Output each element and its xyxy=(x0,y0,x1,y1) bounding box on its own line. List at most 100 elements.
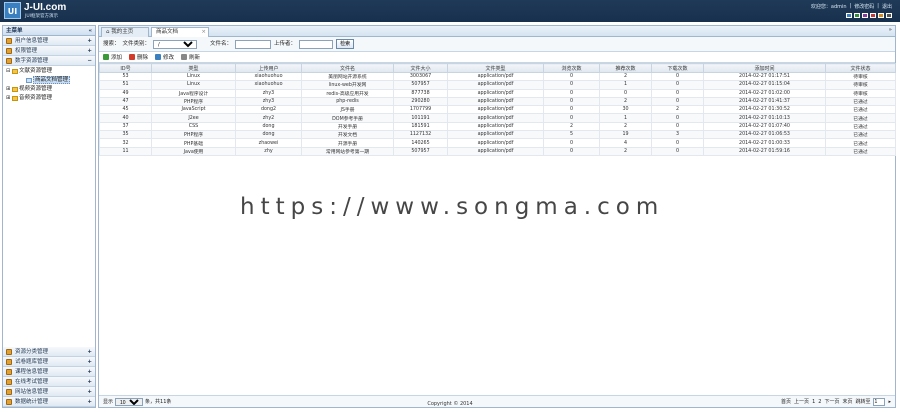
sidebar-group[interactable]: 资源分类管理 + xyxy=(3,347,95,357)
tree-item-label: 视频资源管理 xyxy=(19,86,53,92)
sidebar-group[interactable]: 权限管理 + xyxy=(3,46,95,56)
table-cell: 待审核 xyxy=(825,80,896,90)
sidebar-group[interactable]: 数字资源管理 − xyxy=(3,56,95,66)
tree-item[interactable]: 商品文档管理 xyxy=(3,76,95,85)
expand-icon[interactable]: + xyxy=(87,387,92,397)
tree-toggle-icon[interactable]: ⊞ xyxy=(6,94,10,103)
column-header[interactable]: 文件类型 xyxy=(447,63,544,73)
table-cell: 11 xyxy=(99,146,152,156)
column-header[interactable]: 添加时间 xyxy=(703,63,826,73)
sidebar-group[interactable]: 用户信息管理 + xyxy=(3,36,95,46)
tree-toggle-icon[interactable]: ⊞ xyxy=(6,85,10,94)
table-cell: Java程序设计 xyxy=(151,88,236,98)
table-cell: zhy xyxy=(235,146,302,156)
sidebar-group[interactable]: 试卷题库管理 + xyxy=(3,357,95,367)
logout-link[interactable]: 退出 xyxy=(882,3,892,10)
tree-toggle-icon[interactable]: ⊟ xyxy=(6,67,10,76)
logo-icon: UI xyxy=(4,2,21,19)
table-row[interactable]: 40 J2ee zhy2 DOM参考手册 101191 application/pdf 0 1… xyxy=(99,113,896,123)
column-header[interactable]: 文件状态 xyxy=(825,63,896,73)
collapse-icon[interactable]: « xyxy=(88,26,92,36)
theme-swatch[interactable] xyxy=(862,13,868,18)
column-header[interactable]: 推荐次数 xyxy=(599,63,652,73)
folder-icon xyxy=(6,58,12,64)
uploader-input[interactable] xyxy=(299,39,334,49)
folder-icon xyxy=(6,359,12,365)
folder-icon xyxy=(6,349,12,355)
table-cell: 2014-02-27 01:07:40 xyxy=(703,121,826,132)
tree-item[interactable]: ⊟ 文献资源管理 xyxy=(3,67,95,76)
documents-table: ID号 类型 上传用户 文件名 文件大小 文件类型 浏览次数 推荐次数 下载次数 添加时间 文件状态… xyxy=(99,63,896,156)
table-row[interactable]: 45 JavaScript dong2 JS手册 1707799 application/… xyxy=(99,105,896,115)
table-cell: application/pdf xyxy=(447,121,544,132)
refresh-button[interactable]: 刷新 xyxy=(181,53,200,61)
table-cell: application/pdf xyxy=(447,138,544,148)
column-header[interactable]: 类型 xyxy=(151,63,236,73)
filename-input[interactable] xyxy=(235,39,272,49)
expand-icon[interactable]: + xyxy=(87,357,92,367)
column-header[interactable]: 文件大小 xyxy=(393,63,448,73)
table-cell: 0 xyxy=(543,96,600,107)
table-cell: linux-web开发网 xyxy=(301,80,394,90)
theme-swatch[interactable] xyxy=(854,13,860,18)
column-header[interactable]: 下载次数 xyxy=(651,63,704,73)
sidebar-group-label: 课程信息管理 xyxy=(15,369,49,375)
table-cell: 2014-02-27 01:41:37 xyxy=(703,96,826,107)
table-row[interactable]: 11 Java使用 zhy 常用网站参考第一期 507957 application/pd… xyxy=(99,146,896,156)
tab-home[interactable]: ⌂ 我的主页 xyxy=(101,27,149,37)
column-header[interactable]: ID号 xyxy=(99,63,152,73)
tree-menu: ⊟ 文献资源管理 商品文档管理 ⊞ 视频资源管理 ⊞ 音频资源管理 xyxy=(3,66,95,104)
expand-icon[interactable]: + xyxy=(87,46,92,56)
delete-icon xyxy=(129,54,136,60)
table-cell: 已通过 xyxy=(825,113,896,123)
sidebar-group[interactable]: 课程信息管理 + xyxy=(3,367,95,377)
folder-icon xyxy=(26,78,32,83)
search-button[interactable]: 检索 xyxy=(336,39,355,49)
table-row[interactable]: 51 Linux xiaohuohuo linux-web开发网 507957 appli… xyxy=(99,80,896,90)
theme-swatch[interactable] xyxy=(870,13,876,18)
table-row[interactable]: 37 CSS dong 开发手册 181591 application/pdf 2 2 0 201… xyxy=(99,121,896,132)
tab-scroll-icon[interactable]: » xyxy=(889,27,892,33)
welcome-user-link[interactable]: 欢迎您：admin xyxy=(811,3,847,10)
expand-icon[interactable]: + xyxy=(87,347,92,357)
close-icon[interactable]: × xyxy=(201,28,206,37)
tree-item[interactable]: ⊞ 音频资源管理 xyxy=(3,94,95,103)
theme-swatch[interactable] xyxy=(846,13,852,18)
table-cell: 0 xyxy=(651,146,704,156)
tree-item[interactable]: ⊞ 视频资源管理 xyxy=(3,85,95,94)
edit-button[interactable]: 修改 xyxy=(155,53,174,61)
table-row[interactable]: 53 Linux xiaohuohuo 美丽网站开源系统 3003067 applicat… xyxy=(99,71,896,82)
table-cell: 0 xyxy=(651,138,704,148)
table-cell: Linux xyxy=(151,80,236,90)
table-cell: application/pdf xyxy=(447,88,544,98)
expand-icon[interactable]: + xyxy=(87,377,92,387)
sidebar-group[interactable]: 在线考试管理 + xyxy=(3,377,95,387)
column-header[interactable]: 浏览次数 xyxy=(543,63,600,73)
sidebar-group-label: 网站信息管理 xyxy=(15,389,49,395)
table-cell: 45 xyxy=(99,105,152,115)
column-header[interactable]: 文件名 xyxy=(301,63,394,73)
type-select[interactable]: / xyxy=(153,39,198,49)
table-cell: 0 xyxy=(651,88,704,98)
add-button[interactable]: 添加 xyxy=(103,53,122,61)
top-header: UI J-UI.com JUI框架官方演示 欢迎您：admin | 修改密码 |… xyxy=(0,0,900,22)
column-header[interactable]: 上传用户 xyxy=(235,63,302,73)
table-row[interactable]: 49 Java程序设计 zhy3 redis-高级应用开发 877738 applicat… xyxy=(99,88,896,98)
expand-icon[interactable]: − xyxy=(87,56,92,66)
tab-documents[interactable]: 商品文档 × xyxy=(151,27,209,37)
table-cell: 5 xyxy=(543,130,600,140)
delete-button[interactable]: 删除 xyxy=(129,53,148,61)
table-row[interactable]: 35 PHP程序 dong 开发文档 1127132 application/pdf 5 19… xyxy=(99,130,896,140)
table-row[interactable]: 47 PHP程序 zhy3 php-redis 290280 application/pd… xyxy=(99,96,896,107)
table-row[interactable]: 32 PHP基础 zhaowei 开源手册 140265 application/pdf 0… xyxy=(99,138,896,148)
sidebar-title: 主菜单 xyxy=(6,28,23,34)
expand-icon[interactable]: + xyxy=(87,367,92,377)
separator: | xyxy=(877,3,879,9)
sidebar-group[interactable]: 网站信息管理 + xyxy=(3,387,95,397)
theme-swatch[interactable] xyxy=(886,13,892,18)
change-password-link[interactable]: 修改密码 xyxy=(854,3,874,10)
theme-swatch[interactable] xyxy=(878,13,884,18)
folder-icon xyxy=(6,379,12,385)
table-cell: 开发手册 xyxy=(301,121,394,132)
expand-icon[interactable]: + xyxy=(87,36,92,46)
